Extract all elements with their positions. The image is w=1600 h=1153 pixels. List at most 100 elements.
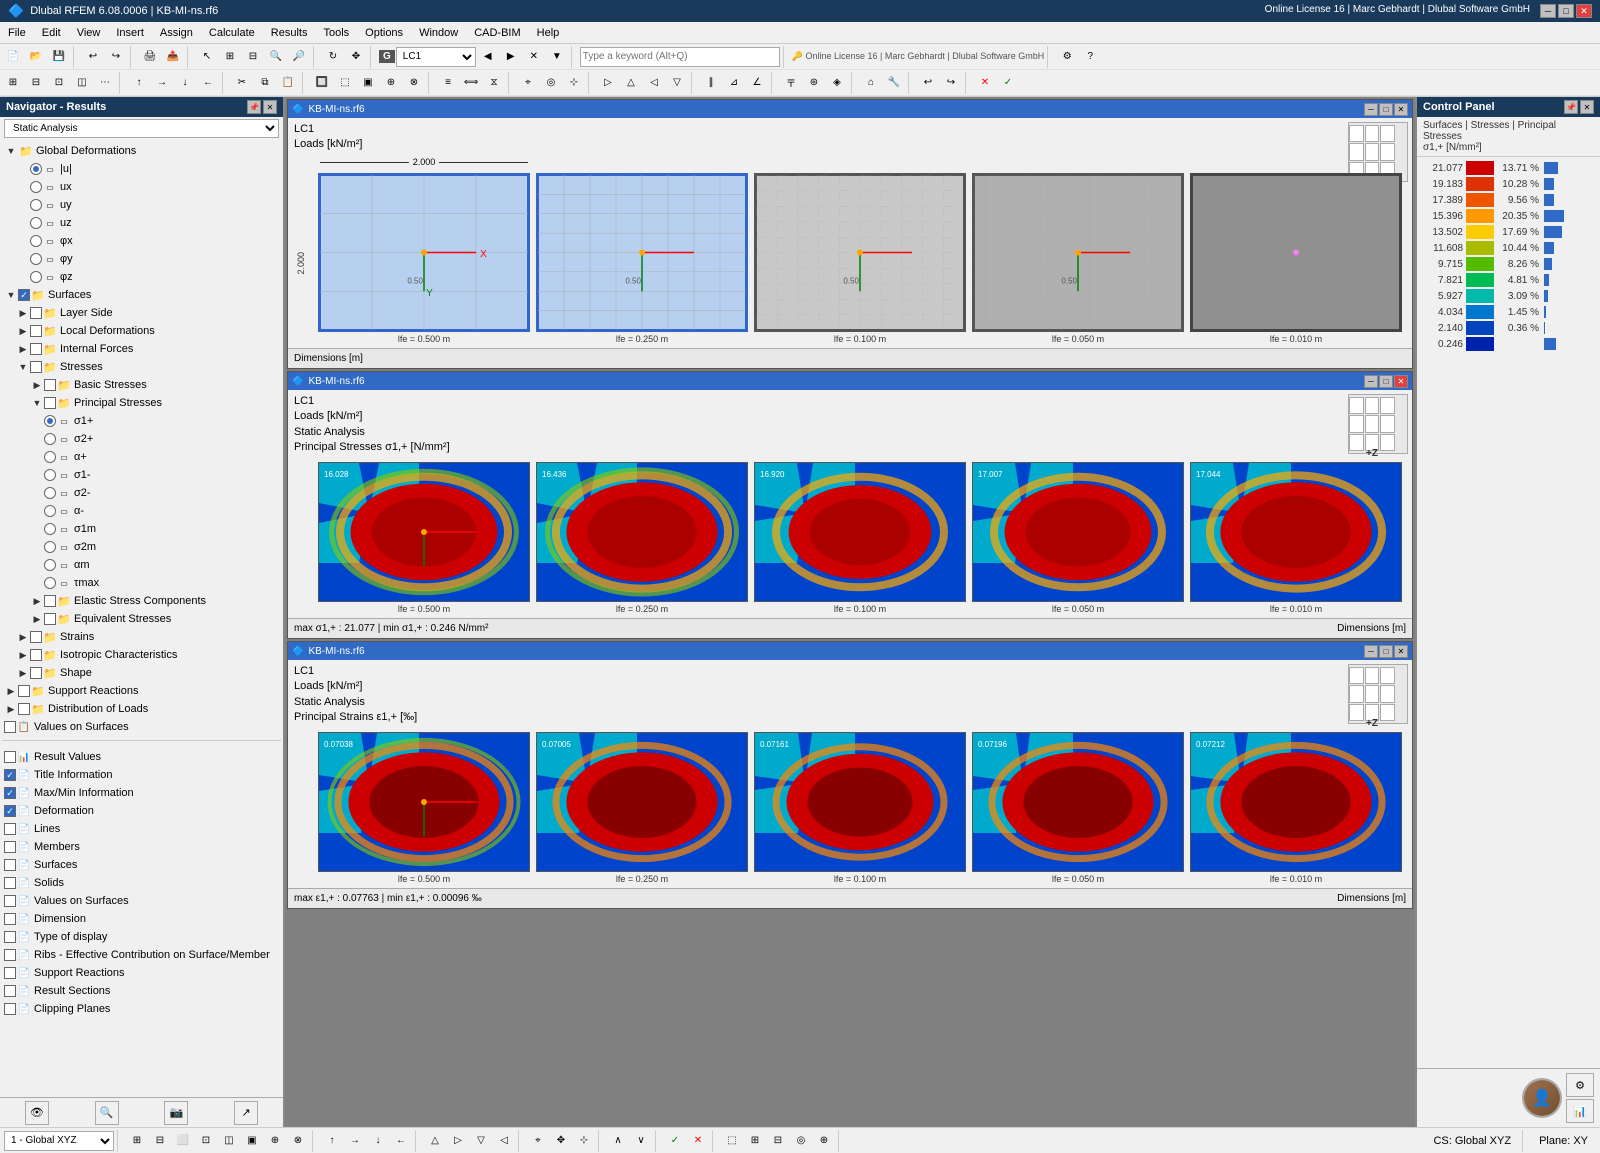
panel-loads-max[interactable]: □ (1379, 103, 1393, 116)
tree-s2p[interactable]: ▭ σ2+ (2, 430, 281, 448)
check-values-surfaces[interactable] (4, 721, 16, 733)
bt-21[interactable]: ∨ (630, 1130, 652, 1152)
tree-ribs[interactable]: 📄 Ribs - Effective Contribution on Surfa… (2, 946, 281, 964)
tree-am[interactable]: ▭ α- (2, 502, 281, 520)
check-ribs[interactable] (4, 949, 16, 961)
tree-s2mm[interactable]: ▭ σ2m (2, 538, 281, 556)
bt-13[interactable]: △ (424, 1130, 446, 1152)
tb2-27[interactable]: ▽ (666, 72, 688, 94)
bt-15[interactable]: ▽ (470, 1130, 492, 1152)
radio-ux[interactable] (30, 181, 42, 193)
tb2-33[interactable]: ◈ (826, 72, 848, 94)
tb2-32[interactable]: ⊛ (803, 72, 825, 94)
tb2-25[interactable]: △ (620, 72, 642, 94)
tree-values-on-surf[interactable]: 📄 Values on Surfaces (2, 892, 281, 910)
menu-options[interactable]: Options (357, 22, 411, 43)
tree-phiz[interactable]: ▭ φz (2, 268, 281, 286)
check-values-on-surf[interactable] (4, 895, 16, 907)
radio-phiy[interactable] (30, 253, 42, 265)
tree-layer-side[interactable]: ▶ 📁 Layer Side (2, 304, 281, 322)
radio-uz[interactable] (30, 217, 42, 229)
check-result-sections[interactable] (4, 985, 16, 997)
cp-btn-2[interactable]: 📊 (1566, 1099, 1594, 1123)
check-members[interactable] (4, 841, 16, 853)
bt-19[interactable]: ⊹ (573, 1130, 595, 1152)
tb-help2[interactable]: ? (1079, 46, 1101, 68)
tree-internal-forces[interactable]: ▶ 📁 Internal Forces (2, 340, 281, 358)
nav-pin[interactable]: 📌 (247, 100, 261, 114)
tb2-10[interactable]: ✂ (231, 72, 253, 94)
tb2-13[interactable]: 🔲 (311, 72, 333, 94)
bt-12[interactable]: ← (390, 1130, 412, 1152)
tb2-6[interactable]: ↑ (128, 72, 150, 94)
radio-s2p[interactable] (44, 433, 56, 445)
nav-arrow[interactable]: ↗ (234, 1101, 258, 1125)
radio-phiz[interactable] (30, 271, 42, 283)
tb-filter[interactable]: ▼ (546, 46, 568, 68)
tb-redo[interactable]: ↪ (105, 46, 127, 68)
check-clipping[interactable] (4, 1003, 16, 1015)
radio-s1m[interactable] (44, 469, 56, 481)
tb-next-lc[interactable]: ▶ (500, 46, 522, 68)
panel-loads-close[interactable]: ✕ (1394, 103, 1408, 116)
tree-local-def[interactable]: ▶ 📁 Local Deformations (2, 322, 281, 340)
check-isotropic[interactable] (30, 649, 42, 661)
nav-close[interactable]: ✕ (263, 100, 277, 114)
check-layer-side[interactable] (30, 307, 42, 319)
menu-insert[interactable]: Insert (108, 22, 152, 43)
panel-strains-max[interactable]: □ (1379, 645, 1393, 658)
tb2-14[interactable]: ⬚ (334, 72, 356, 94)
toggle-surfaces[interactable]: ▼ (4, 288, 18, 302)
bt-4[interactable]: ⊡ (195, 1130, 217, 1152)
tree-type-display[interactable]: 📄 Type of display (2, 928, 281, 946)
tb2-19[interactable]: ⟺ (460, 72, 482, 94)
radio-phix[interactable] (30, 235, 42, 247)
radio-s2mm[interactable] (44, 541, 56, 553)
bt-16[interactable]: ◁ (493, 1130, 515, 1152)
tb2-20[interactable]: ⧖ (483, 72, 505, 94)
tree-deformation[interactable]: ✓ 📄 Deformation (2, 802, 281, 820)
panel-stresses-close[interactable]: ✕ (1394, 375, 1408, 388)
check-solids[interactable] (4, 877, 16, 889)
bt-26[interactable]: ⊕ (813, 1130, 835, 1152)
tb2-9[interactable]: ← (197, 72, 219, 94)
tb-open[interactable]: 📂 (25, 46, 47, 68)
bt-8[interactable]: ⊗ (287, 1130, 309, 1152)
tb-save[interactable]: 💾 (48, 46, 70, 68)
bt-3[interactable]: ⬜ (172, 1130, 194, 1152)
cp-btn-1[interactable]: ⚙ (1566, 1073, 1594, 1097)
tb2-29[interactable]: ⊿ (723, 72, 745, 94)
check-local-def[interactable] (30, 325, 42, 337)
tree-title-info[interactable]: ✓ 📄 Title Information (2, 766, 281, 784)
radio-ap[interactable] (44, 451, 56, 463)
tree-equiv-stress[interactable]: ▶ 📁 Equivalent Stresses (2, 610, 281, 628)
tb2-5[interactable]: ⋯ (94, 72, 116, 94)
panel-strains-close[interactable]: ✕ (1394, 645, 1408, 658)
bt-14[interactable]: ▷ (447, 1130, 469, 1152)
tb-undo[interactable]: ↩ (82, 46, 104, 68)
tb-print[interactable]: 🖨 (139, 46, 161, 68)
minimize-button[interactable]: ─ (1540, 4, 1556, 18)
tree-support-react[interactable]: ▶ 📁 Support Reactions (2, 682, 281, 700)
tb-move[interactable]: ✥ (345, 46, 367, 68)
menu-cadbim[interactable]: CAD-BIM (466, 22, 528, 43)
bt-25[interactable]: ◎ (790, 1130, 812, 1152)
tree-result-values[interactable]: 📊 Result Values (2, 748, 281, 766)
panel-stresses-max[interactable]: □ (1379, 375, 1393, 388)
bt-9[interactable]: ↑ (321, 1130, 343, 1152)
tree-elastic-stress[interactable]: ▶ 📁 Elastic Stress Components (2, 592, 281, 610)
tb2-31[interactable]: 〒 (780, 72, 802, 94)
check-support-react2[interactable] (4, 967, 16, 979)
tb2-4[interactable]: ◫ (71, 72, 93, 94)
menu-view[interactable]: View (69, 22, 109, 43)
tree-uy[interactable]: ▭ uy (2, 196, 281, 214)
tb-new[interactable]: 📄 (2, 46, 24, 68)
tree-surfaces-res[interactable]: 📄 Surfaces (2, 856, 281, 874)
bt-23[interactable]: ⊞ (744, 1130, 766, 1152)
tree-phiy[interactable]: ▭ φy (2, 250, 281, 268)
tree-amm[interactable]: ▭ αm (2, 556, 281, 574)
check-basic-stresses[interactable] (44, 379, 56, 391)
tb2-28[interactable]: ∥ (700, 72, 722, 94)
tb-export[interactable]: 📤 (162, 46, 184, 68)
tb2-1[interactable]: ⊞ (2, 72, 24, 94)
